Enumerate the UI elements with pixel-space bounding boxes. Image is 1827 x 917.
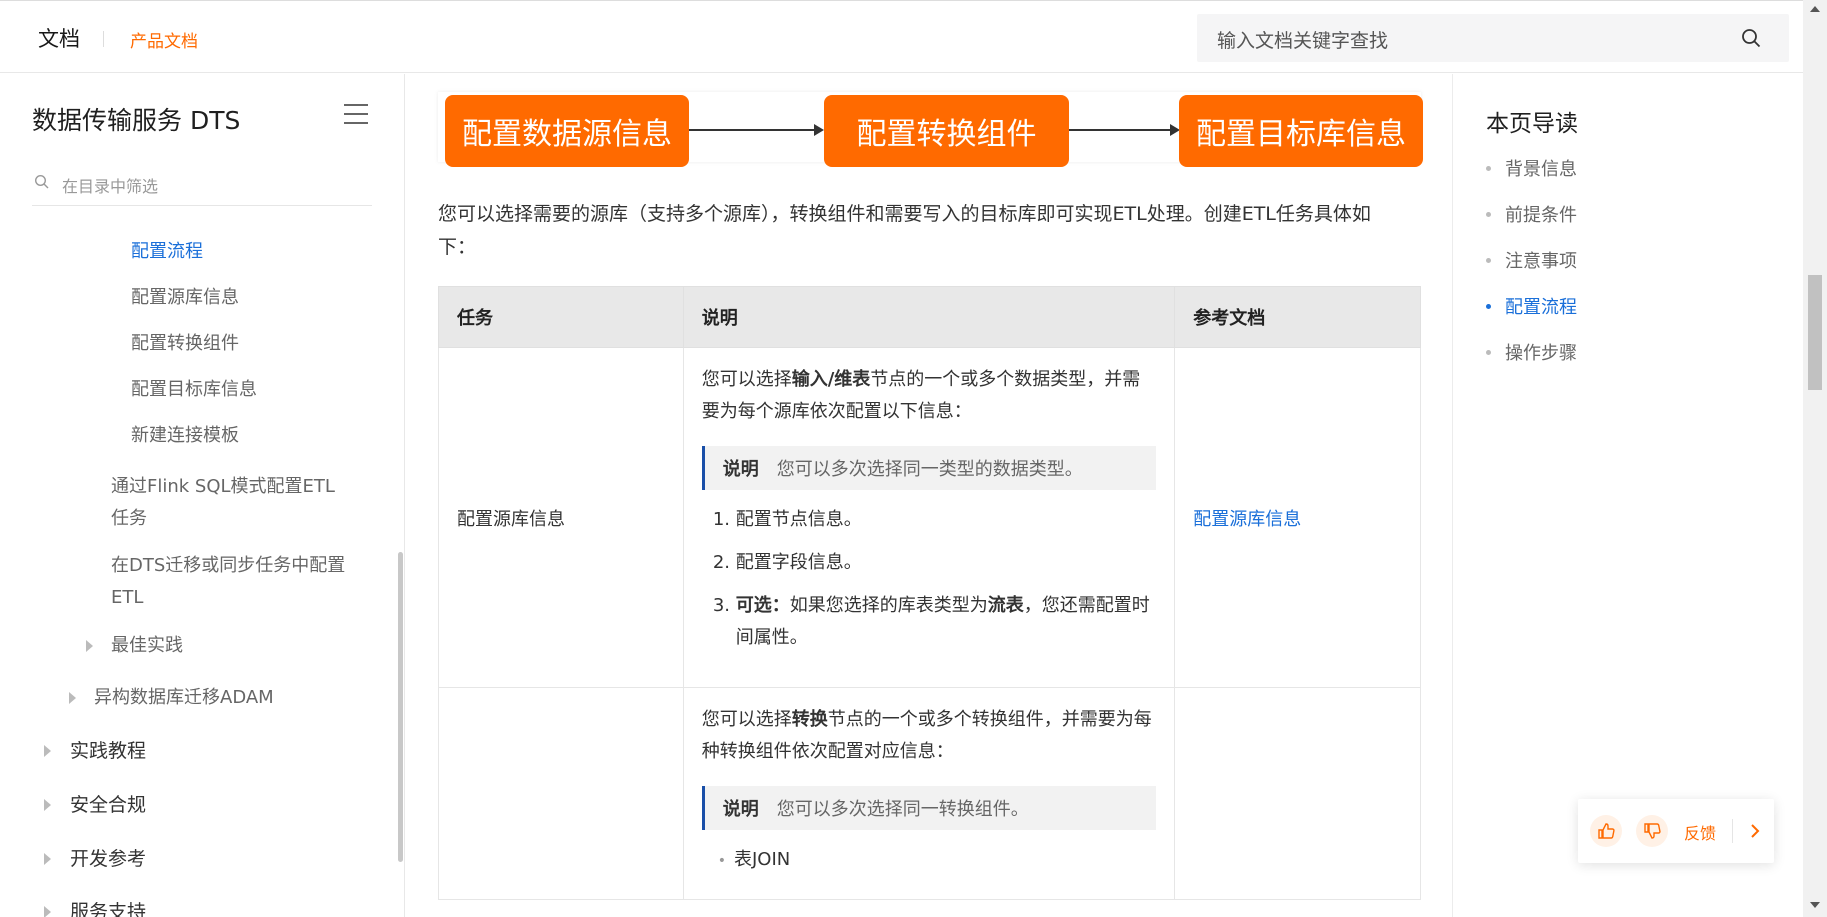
flow-arrow xyxy=(1069,124,1180,136)
thumbs-up-icon xyxy=(1598,823,1615,839)
sidebar-item-config-flow[interactable]: 配置流程 xyxy=(131,236,203,268)
intro-line: 下： xyxy=(438,236,477,258)
feedback-widget: 反馈 xyxy=(1578,799,1774,863)
search-input[interactable]: 输入文档关键字查找 xyxy=(1217,26,1388,53)
bullet-icon xyxy=(1486,257,1491,263)
flow-step-target: 配置目标库信息 xyxy=(1179,95,1423,167)
search-icon[interactable] xyxy=(1741,28,1761,48)
etl-flow-diagram: 配置数据源信息 配置转换组件 配置目标库信息 xyxy=(438,92,1423,167)
page-toc-title: 本页导读 xyxy=(1486,111,1578,137)
docs-logo[interactable]: 文档 xyxy=(38,23,80,53)
task-description: 您可以选择转换节点的一个或多个转换组件，并需要为每种转换组件依次配置对应信息： … xyxy=(682,687,1176,900)
thumbs-down-button[interactable] xyxy=(1636,815,1668,847)
thumbs-down-icon xyxy=(1644,823,1661,839)
sidebar-item-tutorials[interactable]: 实践教程 xyxy=(70,735,146,767)
expand-icon[interactable] xyxy=(86,640,93,652)
sidebar-item-source-config[interactable]: 配置源库信息 xyxy=(131,282,239,314)
bullet-list: 表JOIN xyxy=(702,844,1157,877)
task-name: 配置源库信息 xyxy=(438,347,684,688)
sidebar-item-flink-sql[interactable]: 通过Flink SQL模式配置ETL 任务 xyxy=(111,471,335,535)
task-name xyxy=(438,687,684,900)
scrollbar-thumb[interactable] xyxy=(1808,275,1822,390)
sidebar-item-best-practice[interactable]: 最佳实践 xyxy=(111,630,183,662)
search-icon xyxy=(34,174,49,189)
chevron-right-icon[interactable] xyxy=(1745,819,1765,843)
description-text: 您可以选择转换节点的一个或多个转换组件，并需要为每种转换组件依次配置对应信息： xyxy=(701,709,1152,762)
task-description: 您可以选择输入/维表节点的一个或多个数据类型，并需要为每个源库依次配置以下信息：… xyxy=(682,347,1176,688)
description-text: 您可以选择输入/维表节点的一个或多个数据类型，并需要为每个源库依次配置以下信息： xyxy=(701,369,1141,422)
expand-icon[interactable] xyxy=(44,745,51,757)
list-item: 可选：如果您选择的库表类型为流表，您还需配置时间属性。 xyxy=(736,590,1157,654)
sidebar-item-security[interactable]: 安全合规 xyxy=(70,789,146,821)
table-header-row: 任务 说明 参考文档 xyxy=(438,286,1421,348)
sidebar-item-label: ETL xyxy=(111,587,144,608)
sidebar-item-label: 任务 xyxy=(111,508,147,529)
bullet-icon xyxy=(1486,211,1491,217)
scroll-up-icon[interactable] xyxy=(1810,6,1820,12)
sidebar-item-dev-reference[interactable]: 开发参考 xyxy=(70,843,146,875)
sidebar-item-label: 通过Flink SQL模式配置ETL xyxy=(111,476,335,497)
list-item: 配置字段信息。 xyxy=(736,547,1157,579)
thumbs-up-button[interactable] xyxy=(1590,815,1622,847)
reference-cell: 配置源库信息 xyxy=(1174,347,1421,688)
note-box: 说明 您可以多次选择同一转换组件。 xyxy=(701,786,1157,830)
sidebar-item-target-config[interactable]: 配置目标库信息 xyxy=(131,374,257,406)
note-box: 说明 您可以多次选择同一类型的数据类型。 xyxy=(701,446,1157,490)
reference-link[interactable]: 配置源库信息 xyxy=(1193,509,1301,530)
scroll-down-icon[interactable] xyxy=(1810,902,1820,908)
list-item: 表JOIN xyxy=(734,844,1157,877)
sidebar-item-adam[interactable]: 异构数据库迁移ADAM xyxy=(94,682,274,714)
expand-icon[interactable] xyxy=(44,906,51,917)
expand-icon[interactable] xyxy=(44,799,51,811)
bullet-icon xyxy=(1486,165,1491,171)
flow-step-source: 配置数据源信息 xyxy=(445,95,689,167)
page-toc-item[interactable]: 操作步骤 xyxy=(1486,339,1577,369)
expand-icon[interactable] xyxy=(69,692,76,704)
task-table: 任务 说明 参考文档 配置源库信息 您可以选择输入/维表节点的一个或多个数据类型… xyxy=(438,286,1421,900)
bullet-icon xyxy=(1486,349,1491,355)
menu-icon[interactable] xyxy=(344,104,368,126)
sidebar-filter-input[interactable]: 在目录中筛选 xyxy=(62,173,158,197)
sidebar-item-dts-etl[interactable]: 在DTS迁移或同步任务中配置 ETL xyxy=(111,550,345,614)
page-scrollbar[interactable] xyxy=(1803,0,1827,917)
page-toc-item[interactable]: 背景信息 xyxy=(1486,155,1577,185)
table-header: 任务 xyxy=(438,286,684,348)
sidebar-scrollbar[interactable] xyxy=(398,552,403,862)
sidebar-item-transform-config[interactable]: 配置转换组件 xyxy=(131,328,239,360)
top-header: 文档 产品文档 输入文档关键字查找 xyxy=(0,0,1803,73)
header-divider xyxy=(103,31,104,47)
page-toc-item[interactable]: 注意事项 xyxy=(1486,247,1577,277)
table-row: 配置源库信息 您可以选择输入/维表节点的一个或多个数据类型，并需要为每个源库依次… xyxy=(438,347,1421,688)
sidebar-title: 数据传输服务 DTS xyxy=(32,106,241,135)
feedback-link[interactable]: 反馈 xyxy=(1684,820,1716,844)
page-toc-item[interactable]: 前提条件 xyxy=(1486,201,1577,231)
product-docs-link[interactable]: 产品文档 xyxy=(130,27,198,52)
reference-cell xyxy=(1174,687,1421,900)
flow-step-transform: 配置转换组件 xyxy=(824,95,1069,167)
list-item: 配置节点信息。 xyxy=(736,504,1157,536)
flow-arrow xyxy=(689,124,824,136)
steps-list: 配置节点信息。 配置字段信息。 可选：如果您选择的库表类型为流表，您还需配置时间… xyxy=(702,504,1157,654)
feedback-divider xyxy=(1732,819,1733,843)
sidebar-item-support[interactable]: 服务支持 xyxy=(70,896,146,917)
table-header: 说明 xyxy=(682,286,1176,348)
search-box[interactable]: 输入文档关键字查找 xyxy=(1197,14,1789,62)
page-toc-item-active[interactable]: 配置流程 xyxy=(1486,293,1577,323)
table-row: 您可以选择转换节点的一个或多个转换组件，并需要为每种转换组件依次配置对应信息： … xyxy=(438,687,1421,900)
expand-icon[interactable] xyxy=(44,853,51,865)
sidebar-item-label: 在DTS迁移或同步任务中配置 xyxy=(111,555,346,576)
intro-line: 您可以选择需要的源库（支持多个源库），转换组件和需要写入的目标库即可实现ETL处… xyxy=(438,203,1371,225)
sidebar-item-connection-template[interactable]: 新建连接模板 xyxy=(131,420,239,452)
intro-paragraph: 您可以选择需要的源库（支持多个源库），转换组件和需要写入的目标库即可实现ETL处… xyxy=(438,198,1428,264)
main-content: 配置数据源信息 配置转换组件 配置目标库信息 您可以选择需要的源库（支持多个源库… xyxy=(406,74,1452,917)
bullet-icon xyxy=(1486,303,1491,309)
left-sidebar: 数据传输服务 DTS 在目录中筛选 配置流程 配置源库信息 配置转换组件 配置目… xyxy=(0,74,405,917)
sidebar-filter[interactable]: 在目录中筛选 xyxy=(32,170,372,206)
table-header: 参考文档 xyxy=(1174,286,1421,348)
page-toc: 本页导读 背景信息 前提条件 注意事项 配置流程 操作步骤 xyxy=(1452,74,1792,917)
